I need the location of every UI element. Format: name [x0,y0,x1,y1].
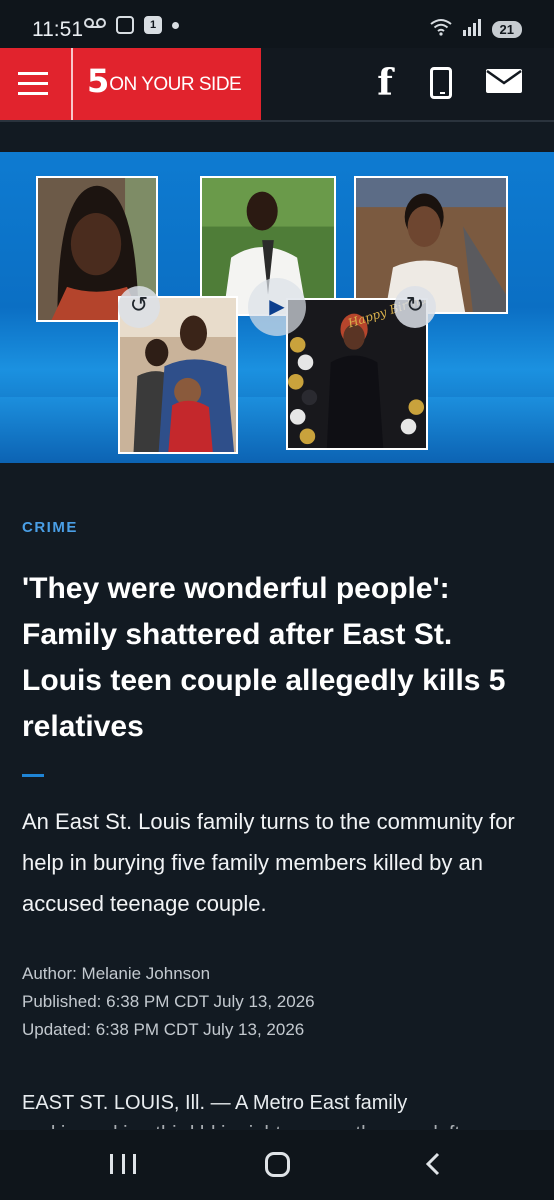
voicemail-icon [84,16,106,34]
site-header: 5 ON YOUR SIDE f [0,48,554,120]
replay-icon[interactable]: ↺ [118,286,160,328]
article: CRIME 'They were wonderful people': Fami… [22,519,537,1044]
status-bar: 11:51 1 21 [0,0,554,48]
calendar-icon: 1 [144,16,162,34]
article-author: Author: Melanie Johnson [22,964,211,983]
phone-icon[interactable] [430,67,452,99]
system-nav-bar [0,1130,554,1200]
menu-icon[interactable] [18,68,52,98]
status-time: 11:51 [32,18,83,41]
site-logo[interactable]: 5 ON YOUR SIDE [87,62,242,100]
article-summary: An East St. Louis family turns to the co… [22,809,515,916]
logo-number: 5 [87,62,109,100]
signal-icon [462,18,482,41]
accent-rule [22,774,44,777]
article-body-second-line: and is seeking third ld in right now as … [22,1119,460,1129]
article-published: Published: 6:38 PM CDT July 13, 2026 [22,992,315,1011]
mail-icon[interactable] [486,68,522,98]
play-icon[interactable]: ▶ [248,278,306,336]
article-updated: Updated: 6:38 PM CDT July 13, 2026 [22,1020,305,1039]
logo-text: ON YOUR SIDE [109,74,242,95]
recents-icon[interactable] [110,1154,136,1174]
header-divider [0,120,554,122]
article-meta: Author: Melanie Johnson Published: 6:38 … [22,960,537,1044]
article-category[interactable]: CRIME [22,519,537,536]
screenshot-icon [116,16,134,34]
hero-video[interactable]: Happy Birthday ↺ ▶ ↻ [0,152,554,463]
hero-floor [0,397,554,463]
back-icon[interactable] [424,1152,442,1176]
article-body-first-line: EAST ST. LOUIS, Ill. — A Metro East fami… [22,1092,408,1114]
facebook-icon[interactable]: f [374,65,396,101]
article-headline: 'They were wonderful people': Family sha… [22,572,506,743]
home-icon[interactable] [265,1152,290,1177]
forward-icon[interactable]: ↻ [394,286,436,328]
wifi-icon [429,18,452,41]
logo-divider [71,48,73,120]
battery-icon: 21 [491,21,522,38]
brand-block: 5 ON YOUR SIDE [0,48,261,120]
dot-icon [172,21,179,29]
